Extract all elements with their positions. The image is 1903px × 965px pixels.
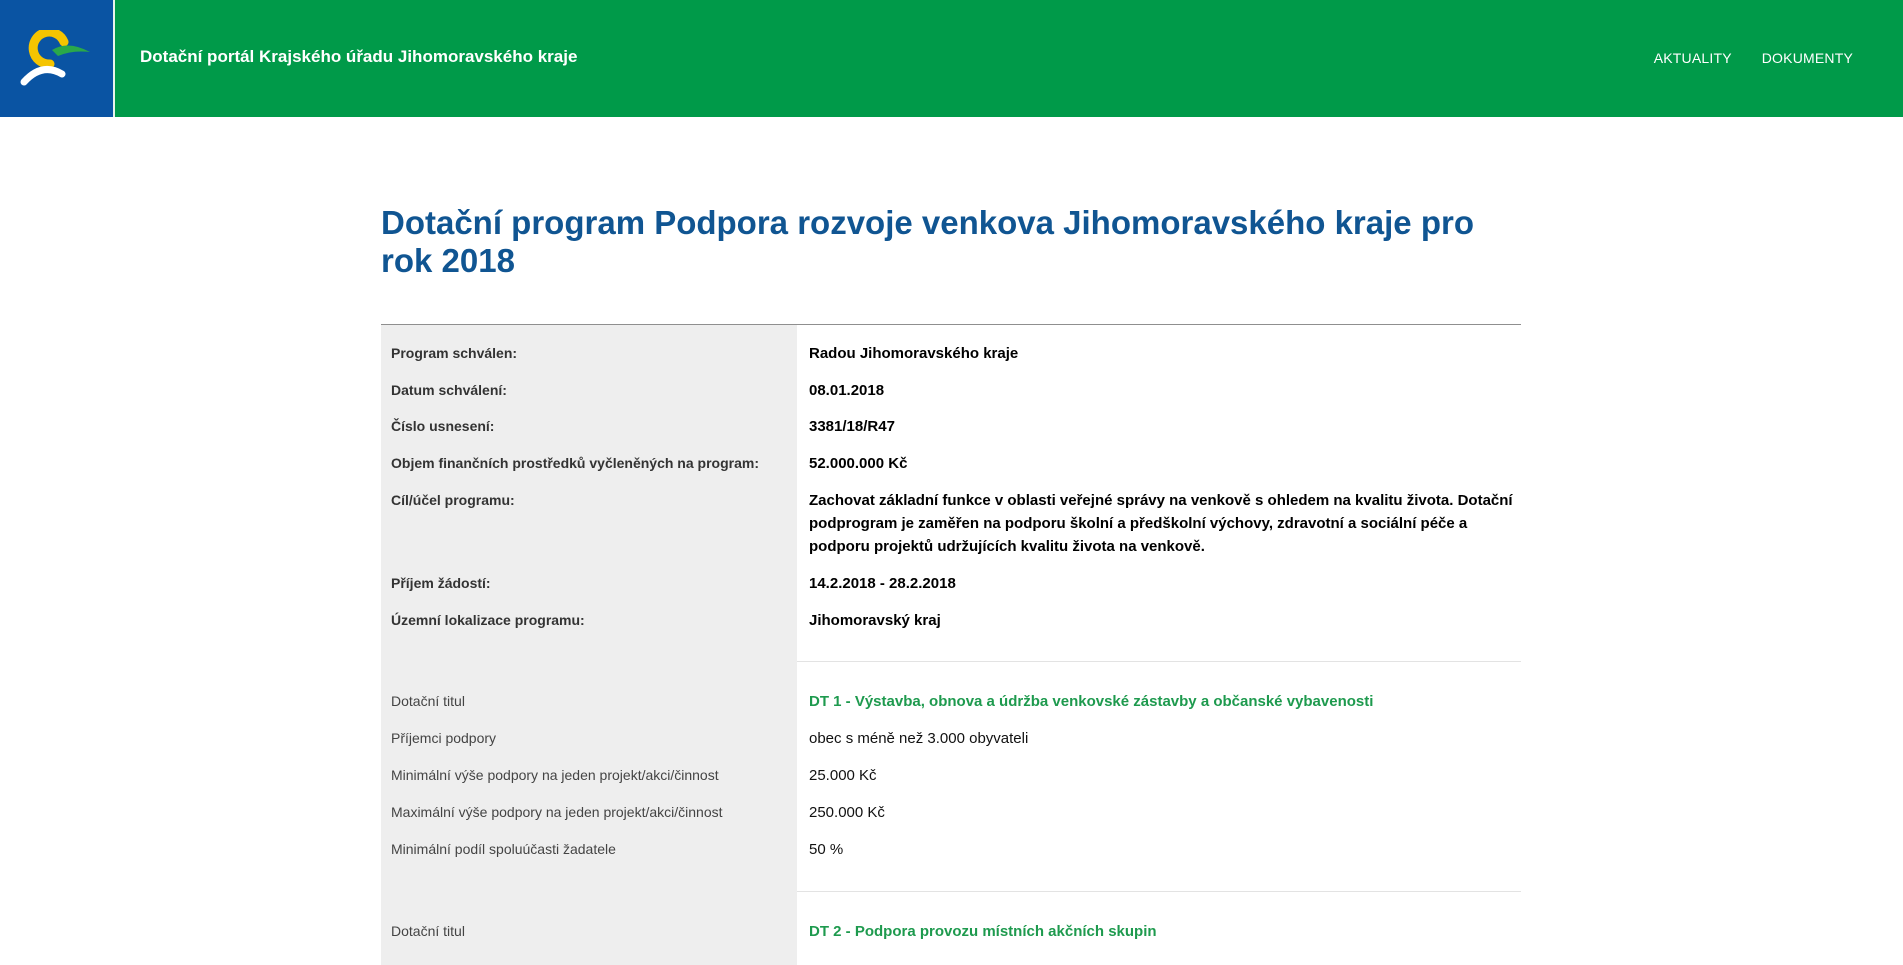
subsidy-title-label: Dotační titul <box>391 693 465 709</box>
section-divider <box>797 661 1521 662</box>
portal-title[interactable]: Dotační portál Krajského úřadu Jihomorav… <box>140 47 577 67</box>
program-detail-table: Program schválen: Radou Jihomoravského k… <box>381 324 1521 965</box>
nav-dokumenty-link[interactable]: DOKUMENTY <box>1762 50 1853 66</box>
min-cofinancing-label: Minimální podíl spoluúčasti žadatele <box>391 841 616 857</box>
logo[interactable] <box>0 0 115 117</box>
min-support-value: 25.000 Kč <box>809 767 877 784</box>
subsidy-title-value: DT 2 - Podpora provozu místních akčních … <box>809 923 1157 940</box>
jmk-logo-icon <box>20 30 90 86</box>
program-approved-value: Radou Jihomoravského kraje <box>809 345 1019 362</box>
page-title: Dotační program Podpora rozvoje venkova … <box>381 204 1474 279</box>
territory-value: Jihomoravský kraj <box>809 612 941 629</box>
main-nav: AKTUALITY DOKUMENTY <box>1654 50 1853 66</box>
nav-aktuality-link[interactable]: AKTUALITY <box>1654 50 1732 66</box>
program-goal-label: Cíl/účel programu: <box>391 492 515 508</box>
territory-label: Územní lokalizace programu: <box>391 612 585 628</box>
program-approved-label: Program schválen: <box>391 345 518 361</box>
min-cofinancing-value: 50 % <box>809 841 844 858</box>
application-period-label: Příjem žádostí: <box>391 575 491 591</box>
max-support-label: Maximální výše podpory na jeden projekt/… <box>391 804 723 820</box>
subsidy-title-value: DT 1 - Výstavba, obnova a údržba venkovs… <box>809 693 1374 710</box>
application-period-value: 14.2.2018 - 28.2.2018 <box>809 575 956 592</box>
program-goal-value: Zachovat základní funkce v oblasti veřej… <box>809 492 1513 555</box>
resolution-number-value: 3381/18/R47 <box>809 418 895 435</box>
funding-volume-value: 52.000.000 Kč <box>809 455 908 472</box>
approval-date-label: Datum schválení: <box>391 382 507 398</box>
subsidy-title-label: Dotační titul <box>391 923 465 939</box>
resolution-number-label: Číslo usnesení: <box>391 418 495 434</box>
max-support-value: 250.000 Kč <box>809 804 885 821</box>
header-bar: Dotační portál Krajského úřadu Jihomorav… <box>0 0 1903 117</box>
recipients-label: Příjemci podpory <box>391 730 497 746</box>
section-divider <box>797 891 1521 892</box>
recipients-value: obec s méně než 3.000 obyvateli <box>809 730 1029 747</box>
approval-date-value: 08.01.2018 <box>809 382 885 399</box>
funding-volume-label: Objem finančních prostředků vyčleněných … <box>391 455 759 471</box>
min-support-label: Minimální výše podpory na jeden projekt/… <box>391 767 719 783</box>
